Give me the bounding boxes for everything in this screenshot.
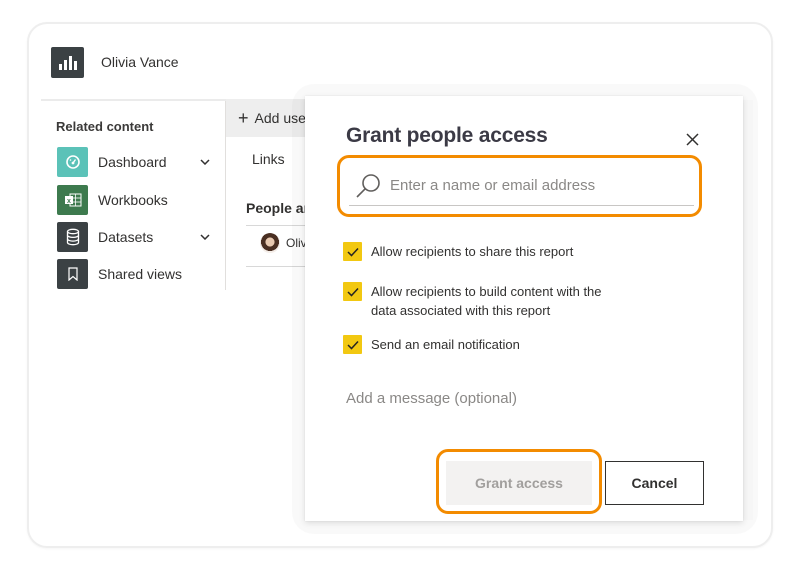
chevron-down-icon[interactable] [198, 234, 212, 240]
sidebar-item-workbooks[interactable]: x Workbooks [57, 185, 212, 215]
close-icon [685, 132, 699, 146]
database-icon [57, 222, 88, 252]
people-search-field[interactable] [349, 166, 694, 206]
tab-links[interactable]: Links [252, 151, 285, 167]
close-button[interactable] [681, 128, 703, 150]
bookmark-icon [57, 259, 88, 289]
option-send-email[interactable]: Send an email notification [343, 335, 611, 354]
sidebar-item-datasets[interactable]: Datasets [57, 222, 212, 252]
checkbox-checked[interactable] [343, 335, 362, 354]
plus-icon: + [238, 108, 249, 128]
chevron-down-icon[interactable] [198, 159, 212, 165]
app-header: Olivia Vance [51, 46, 179, 78]
dialog-title: Grant people access [346, 124, 548, 147]
dashboard-gauge-icon [57, 147, 88, 177]
checkbox-checked[interactable] [343, 282, 362, 301]
checkmark-icon [346, 247, 359, 257]
sidebar-item-label: Datasets [98, 229, 154, 245]
sidebar-item-label: Shared views [98, 266, 183, 282]
message-input[interactable]: Add a message (optional) [346, 390, 706, 407]
cancel-button[interactable]: Cancel [605, 461, 704, 505]
user-name: Olivia Vance [101, 54, 179, 70]
avatar [260, 233, 280, 253]
option-allow-share[interactable]: Allow recipients to share this report [343, 242, 611, 261]
excel-workbook-icon: x [57, 185, 88, 215]
search-icon [356, 173, 380, 198]
people-search-input[interactable] [390, 177, 680, 194]
dialog-edge [743, 100, 753, 520]
option-label: Send an email notification [371, 337, 520, 352]
option-allow-build[interactable]: Allow recipients to build content with t… [343, 282, 611, 320]
option-label: Allow recipients to build content with t… [371, 284, 602, 318]
checkbox-checked[interactable] [343, 242, 362, 261]
svg-text:x: x [67, 198, 71, 205]
sidebar-title: Related content [56, 119, 154, 134]
sidebar-item-label: Dashboard [98, 154, 167, 170]
grant-access-dialog: Grant people access Allow recipients to … [305, 96, 743, 521]
sidebar-item-dashboard[interactable]: Dashboard [57, 147, 212, 177]
checkmark-icon [346, 287, 359, 297]
related-content-sidebar: Related content Dashboard x Workbooks Da… [41, 101, 226, 290]
grant-access-button[interactable]: Grant access [446, 461, 592, 505]
sidebar-item-label: Workbooks [98, 192, 168, 208]
option-label: Allow recipients to share this report [371, 244, 574, 259]
bar-chart-icon [51, 46, 84, 78]
sidebar-item-shared-views[interactable]: Shared views [57, 259, 212, 289]
checkmark-icon [346, 340, 359, 350]
